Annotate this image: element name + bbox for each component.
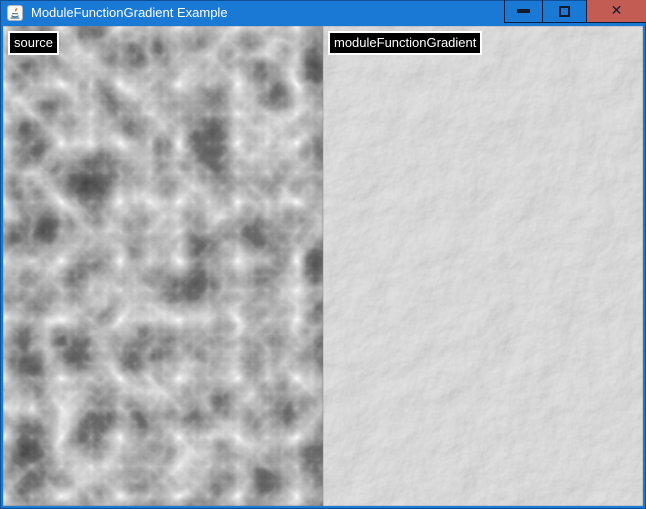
close-button[interactable]: ✕ (586, 0, 646, 23)
window-title: ModuleFunctionGradient Example (31, 0, 228, 26)
close-icon: ✕ (611, 4, 623, 18)
maximize-button[interactable] (542, 0, 586, 23)
maximize-icon (559, 6, 570, 17)
module-function-gradient-image (323, 26, 643, 506)
title-bar[interactable]: ModuleFunctionGradient Example ✕ (0, 0, 646, 26)
minimize-icon (517, 9, 530, 13)
app-window: ModuleFunctionGradient Example ✕ (0, 0, 646, 509)
result-image-label: moduleFunctionGradient (328, 31, 482, 55)
source-image-label: source (8, 31, 59, 55)
source-image-panel: source (3, 26, 323, 506)
result-image-panel: moduleFunctionGradient (323, 26, 643, 506)
window-controls: ✕ (504, 0, 646, 23)
source-image (3, 26, 323, 506)
image-canvas: source (3, 26, 643, 506)
minimize-button[interactable] (504, 0, 542, 23)
java-coffee-cup-icon (7, 5, 23, 21)
